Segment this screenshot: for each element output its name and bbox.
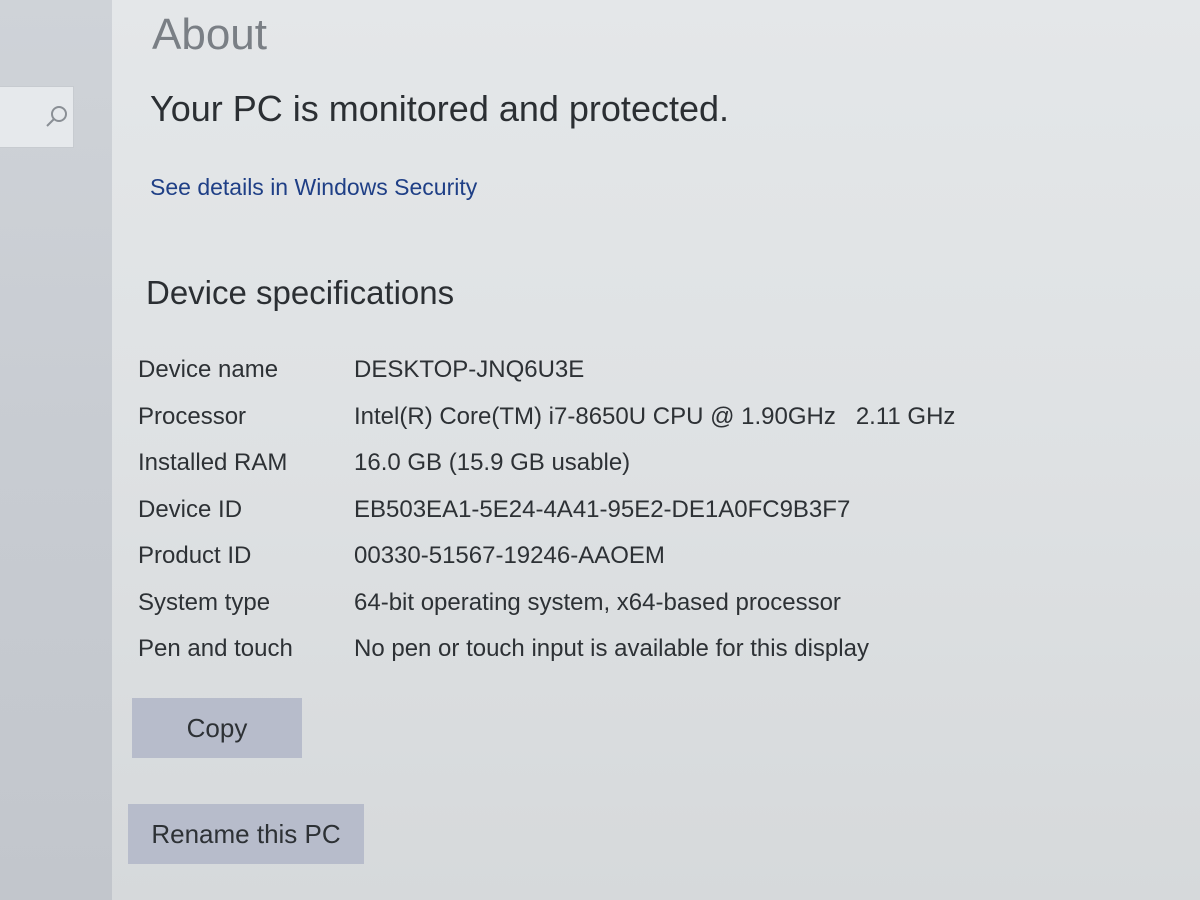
device-specifications-heading: Device specifications <box>146 274 455 311</box>
spec-row-system-type: System type 64-bit operating system, x64… <box>138 581 1038 628</box>
settings-search-box[interactable] <box>0 86 74 148</box>
spec-value: EB503EA1-5E24-4A41-95E2-DE1A0FC9B3F7 <box>354 495 851 523</box>
settings-sidebar <box>0 0 112 900</box>
spec-value: 16.0 GB (15.9 GB usable) <box>354 449 631 476</box>
security-status-heading: Your PC is monitored and protected. <box>150 88 730 129</box>
rename-pc-button[interactable]: Rename this PC <box>128 804 364 864</box>
page-title: About <box>152 10 267 59</box>
spec-row-installed-ram: Installed RAM 16.0 GB (15.9 GB usable) <box>138 441 1038 488</box>
spec-label: System type <box>138 588 271 616</box>
about-page: About Your PC is monitored and protected… <box>112 0 1200 900</box>
spec-row-product-id: Product ID 00330-51567-19246-AAOEM <box>138 534 1038 581</box>
spec-label: Device ID <box>138 495 243 523</box>
spec-value: No pen or touch input is available for t… <box>354 635 869 662</box>
spec-label: Product ID <box>138 542 252 569</box>
spec-value: Intel(R) Core(TM) i7-8650U CPU @ 1.90GHz… <box>354 402 956 430</box>
spec-label: Pen and touch <box>138 635 293 662</box>
spec-row-pen-and-touch: Pen and touch No pen or touch input is a… <box>138 627 1038 674</box>
spec-row-device-id: Device ID EB503EA1-5E24-4A41-95E2-DE1A0F… <box>138 488 1038 535</box>
spec-value: 64-bit operating system, x64-based proce… <box>354 588 841 616</box>
spec-label: Processor <box>138 402 247 430</box>
copy-button[interactable]: Copy <box>132 698 302 758</box>
spec-value: DESKTOP-JNQ6U3E <box>354 356 585 383</box>
search-icon <box>46 106 67 127</box>
spec-label: Installed RAM <box>138 449 288 476</box>
spec-row-processor: Processor Intel(R) Core(TM) i7-8650U CPU… <box>138 395 1038 442</box>
windows-security-link[interactable]: See details in Windows Security <box>150 174 477 201</box>
spec-label: Device name <box>138 356 279 383</box>
spec-value: 00330-51567-19246-AAOEM <box>354 542 665 569</box>
device-specifications-table: Device name DESKTOP-JNQ6U3E Processor In… <box>138 348 1038 674</box>
spec-row-device-name: Device name DESKTOP-JNQ6U3E <box>138 348 1038 395</box>
